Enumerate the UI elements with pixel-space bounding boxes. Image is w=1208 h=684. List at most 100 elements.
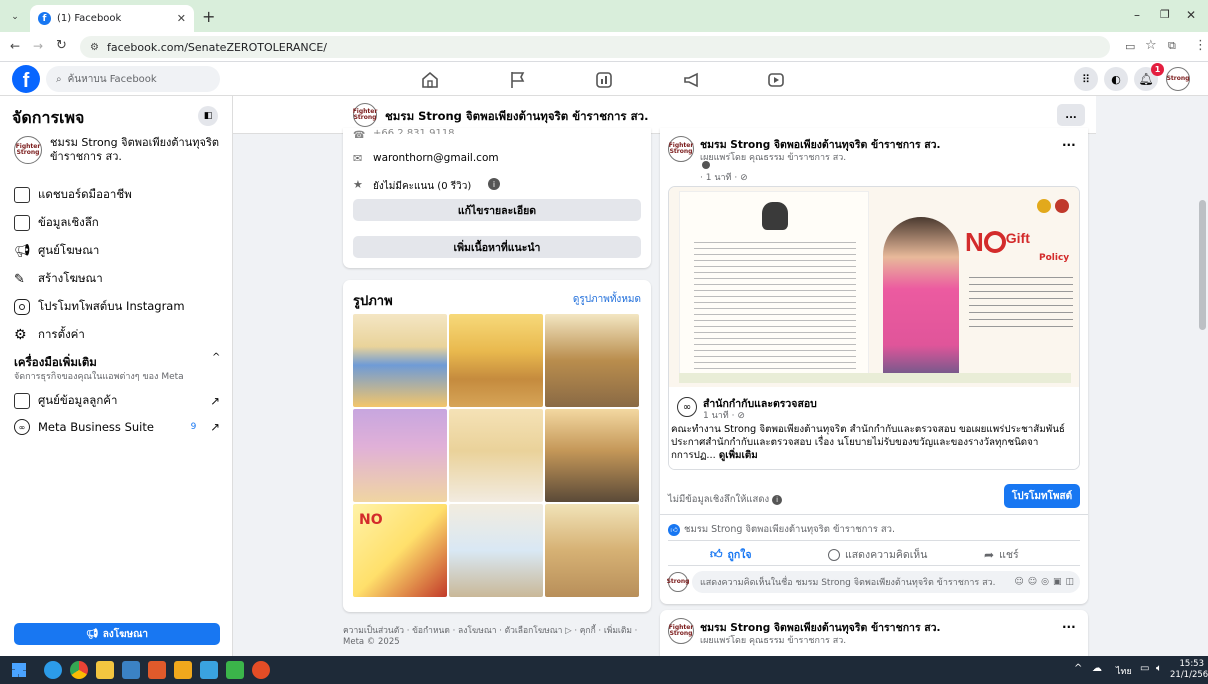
edge-icon[interactable] <box>44 661 62 679</box>
post-more-icon[interactable]: ··· <box>1062 620 1076 634</box>
photo-thumbnail[interactable] <box>449 409 543 502</box>
volume-icon[interactable]: 🔈︎ <box>1156 663 1162 674</box>
page-header-name[interactable]: ชมรม Strong จิตพอเพียงต้านทุจริต ข้าราชก… <box>385 108 648 126</box>
photo-thumbnail[interactable] <box>545 314 639 407</box>
browser-tab[interactable]: f (1) Facebook ✕ <box>30 5 194 32</box>
app-icon[interactable] <box>174 661 192 679</box>
comment-button[interactable]: แสดงความคิดเห็น <box>828 546 927 563</box>
add-featured-button[interactable]: เพิ่มเนื้อหาที่แนะนำ <box>353 236 641 258</box>
messenger-icon[interactable]: ◐ <box>1104 67 1128 91</box>
video-icon[interactable] <box>766 70 786 90</box>
sidebar-item-create-ad[interactable]: ✎ สร้างโฆษณา <box>14 270 103 288</box>
see-more-link[interactable]: ดูเพิ่มเติม <box>719 450 758 461</box>
sticker-icon[interactable]: ◫ <box>1065 577 1074 587</box>
avatar-sticker-icon[interactable]: ☺ <box>1014 577 1023 587</box>
footer-links[interactable]: ความเป็นส่วนตัว · ข้อกำหนด · ลงโฆษณา · ต… <box>343 626 651 648</box>
facebook-top-nav: f ⌕ ค้นหาบน Facebook ⠿ ◐ 🔔︎ 1 Strong <box>0 62 1208 96</box>
photo-thumbnail[interactable] <box>545 504 639 597</box>
restore-icon[interactable]: ❐ <box>1160 8 1170 21</box>
sidebar-item-dashboard[interactable]: แดชบอร์ดมืออาชีพ <box>14 186 132 204</box>
app-icon[interactable] <box>252 661 270 679</box>
dashboard-icon[interactable] <box>594 70 614 90</box>
shared-author-avatar[interactable]: ∞ <box>677 397 697 417</box>
sidebar-page-name[interactable]: ชมรม Strong จิตพอเพียงต้านทุจริต ข้าราชก… <box>50 136 220 164</box>
advertise-button[interactable]: 📢︎ ลงโฆษณา <box>14 623 220 645</box>
photo-thumbnail[interactable] <box>353 314 447 407</box>
gif-icon[interactable]: ▣ <box>1053 577 1062 587</box>
page-more-button[interactable]: ... <box>1057 104 1085 126</box>
cast-icon[interactable]: ▭ <box>1125 40 1135 53</box>
sidebar-item-settings[interactable]: ⚙ การตั้งค่า <box>14 326 85 344</box>
info-icon[interactable]: i <box>772 495 783 505</box>
share-button[interactable]: ➦ แชร์ <box>984 546 1019 563</box>
no-gift-policy-image[interactable]: N Gift Policy <box>669 187 1079 387</box>
file-explorer-icon[interactable] <box>96 661 114 679</box>
url-field[interactable]: ⚙ facebook.com/SenateZEROTOLERANCE/ <box>80 36 1110 58</box>
facebook-logo-icon[interactable]: f <box>12 65 40 93</box>
emoji-icon[interactable]: ☺ <box>1028 577 1037 587</box>
sidebar-item-instagram-promote[interactable]: โปรโมทโพสต์บน Instagram <box>14 298 185 316</box>
sidebar-item-insights[interactable]: ข้อมูลเชิงลึก <box>14 214 99 232</box>
profile-avatar[interactable]: Strong <box>1166 67 1190 91</box>
clock[interactable]: 15:53 21/1/2568 <box>1170 659 1208 681</box>
photo-thumbnail[interactable]: NO <box>353 504 447 597</box>
globe-icon: ⊘ <box>740 173 748 183</box>
promote-post-button[interactable]: โปรโมทโพสต์ <box>1004 484 1080 508</box>
post-author-avatar[interactable]: Fighter Strong <box>668 136 694 162</box>
minimize-icon[interactable]: – <box>1134 8 1140 22</box>
bookmark-star-icon[interactable]: ☆ <box>1145 38 1157 53</box>
close-tab-icon[interactable]: ✕ <box>177 12 186 25</box>
reactions-summary[interactable]: 👍︎ ชมรม Strong จิตพอเพียงต้านทุจริต ข้าร… <box>668 522 895 537</box>
app-icon[interactable] <box>226 661 244 679</box>
commenter-avatar[interactable]: Strong <box>667 572 689 592</box>
photo-thumbnail[interactable] <box>449 504 543 597</box>
post-more-icon[interactable]: ··· <box>1062 138 1076 152</box>
page-scrollbar[interactable] <box>1197 96 1208 656</box>
scrollbar-thumb[interactable] <box>1199 200 1206 330</box>
chrome-icon[interactable] <box>70 661 88 679</box>
extensions-icon[interactable]: ⧉ <box>1168 39 1176 53</box>
see-all-photos-link[interactable]: ดูรูปภาพทั้งหมด <box>573 292 641 307</box>
page-avatar[interactable]: Fighter Strong <box>14 136 42 164</box>
photo-thumbnail[interactable] <box>353 409 447 502</box>
page-avatar[interactable]: Fighter Strong <box>353 103 377 127</box>
like-button[interactable]: 👍︎ ถูกใจ <box>710 546 752 563</box>
menu-icon[interactable]: ⋮ <box>1194 38 1207 53</box>
site-info-icon[interactable]: ⚙ <box>90 42 99 53</box>
info-icon[interactable]: i <box>488 178 500 190</box>
app-menu-icon[interactable]: ⠿ <box>1074 67 1098 91</box>
language-indicator[interactable]: ไทย <box>1116 664 1132 678</box>
app-icon[interactable] <box>148 661 166 679</box>
close-window-icon[interactable]: ✕ <box>1186 8 1196 22</box>
forward-icon[interactable]: → <box>33 39 43 53</box>
post-author-avatar[interactable]: Fighter Strong <box>668 618 694 644</box>
cloud-icon[interactable]: ☁ <box>1092 663 1102 674</box>
home-icon[interactable] <box>420 70 440 90</box>
collapse-sidebar-icon[interactable]: ◧ <box>198 106 218 126</box>
new-tab-icon[interactable]: + <box>202 7 215 26</box>
reload-icon[interactable]: ↻ <box>56 38 67 53</box>
app-icon[interactable] <box>200 661 218 679</box>
edit-details-button[interactable]: แก้ไขรายละเอียด <box>353 199 641 221</box>
megaphone-icon[interactable] <box>682 70 702 90</box>
sidebar-item-label: โปรโมทโพสต์บน Instagram <box>38 299 185 313</box>
comment-input[interactable]: แสดงความคิดเห็นในชื่อ ชมรม Strong จิตพอเ… <box>692 571 1080 593</box>
back-icon[interactable]: ← <box>10 39 20 53</box>
chevron-up-icon[interactable]: ^ <box>212 352 220 363</box>
photo-thumbnail[interactable] <box>449 314 543 407</box>
intro-email[interactable]: waronthorn@gmail.com <box>373 152 499 164</box>
shared-post[interactable]: N Gift Policy ∞ สำนักกำกับและตรวจสอบ 1 นา… <box>668 186 1080 470</box>
tab-list-icon[interactable]: ⌄ <box>8 10 22 24</box>
network-icon[interactable]: ▭ <box>1140 663 1149 674</box>
sidebar-item-meta-business-suite[interactable]: ∞ Meta Business Suite 9 ↗ <box>14 419 220 435</box>
tray-chevron-icon[interactable]: ^ <box>1074 663 1082 674</box>
flag-icon[interactable] <box>508 70 528 90</box>
photo-thumbnail[interactable] <box>545 409 639 502</box>
app-icon[interactable] <box>122 661 140 679</box>
sidebar-item-ad-center[interactable]: 📢︎ ศูนย์โฆษณา <box>14 242 99 260</box>
sidebar-item-customer-data[interactable]: ศูนย์ข้อมูลลูกค้า ↗ <box>14 392 220 410</box>
camera-icon[interactable]: ◎ <box>1041 577 1049 587</box>
dashboard-icon <box>14 187 30 203</box>
windows-start-icon[interactable] <box>12 663 26 677</box>
facebook-search-input[interactable]: ⌕ ค้นหาบน Facebook <box>46 66 220 92</box>
